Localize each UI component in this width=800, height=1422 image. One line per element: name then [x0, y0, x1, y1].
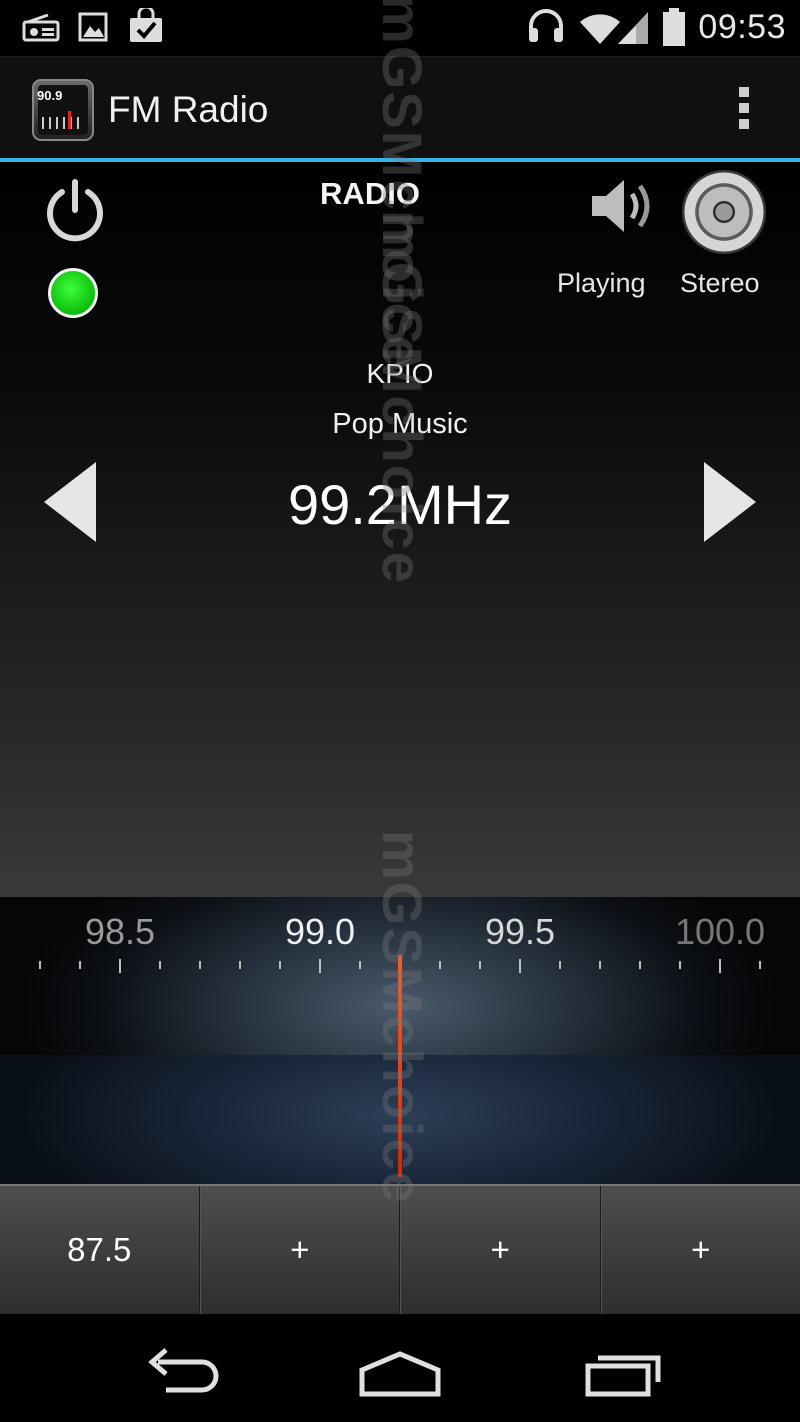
recent-apps-icon[interactable]	[578, 1342, 678, 1402]
dial-tick-label: 100.0	[674, 911, 766, 952]
status-indicator	[48, 268, 98, 318]
watermark: mGSMchoice	[371, 830, 434, 1205]
app-title: FM Radio	[108, 89, 269, 130]
radio-icon	[22, 14, 60, 42]
app-icon-needle	[68, 111, 71, 129]
stereo-label: Stereo	[680, 268, 760, 298]
image-icon	[78, 12, 108, 42]
speaker-icon[interactable]	[588, 174, 660, 238]
home-icon[interactable]	[350, 1342, 450, 1402]
add-preset-button[interactable]: +	[400, 1186, 601, 1314]
overflow-menu-icon[interactable]	[732, 87, 756, 135]
dial-tick-label: 99.0	[284, 911, 356, 952]
preset-button[interactable]: 87.5	[0, 1186, 200, 1314]
app-icon-ticks	[42, 117, 84, 129]
playing-label: Playing	[557, 268, 646, 298]
app-icon[interactable]: 90.9	[32, 79, 94, 141]
dial-tick-label: 99.5	[484, 911, 556, 952]
overflow-dot	[739, 87, 749, 97]
shopping-bag-icon	[130, 8, 162, 42]
app-icon-frequency: 90.9	[37, 88, 63, 103]
add-preset-button[interactable]: +	[199, 1186, 400, 1314]
dial-tick-label: 98.5	[84, 911, 156, 952]
clock: 09:53	[698, 8, 786, 46]
navigation-bar	[0, 1314, 800, 1422]
add-preset-button[interactable]: +	[600, 1186, 800, 1314]
battery-icon	[663, 8, 685, 46]
overflow-dot	[739, 119, 749, 129]
watermark: mGSMchoice	[371, 210, 434, 585]
back-icon[interactable]	[130, 1342, 230, 1402]
stereo-speaker-icon[interactable]	[682, 170, 766, 254]
overflow-dot	[739, 103, 749, 113]
headphones-icon	[529, 9, 563, 42]
seek-next-icon[interactable]	[704, 462, 756, 542]
signal-icon	[618, 12, 648, 44]
